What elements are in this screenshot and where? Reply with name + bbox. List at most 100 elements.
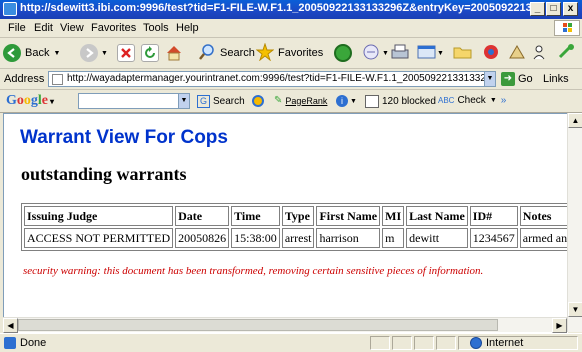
- menu-bar: File Edit View Favorites Tools Help: [0, 19, 582, 38]
- pagerank-label: PageRank: [285, 95, 328, 106]
- status-panel: [392, 336, 412, 350]
- table-cell: 20050826: [175, 228, 230, 248]
- research-button[interactable]: [507, 42, 527, 64]
- table-header-row: Issuing Judge Date Time Type First Name …: [24, 206, 568, 226]
- go-arrow-icon: ➜: [501, 72, 515, 86]
- scroll-left-icon[interactable]: ◀: [3, 318, 18, 333]
- section-heading: outstanding warrants: [21, 164, 187, 184]
- messenger-icon: [481, 43, 501, 64]
- messenger-button[interactable]: [481, 42, 501, 64]
- info-dropdown-icon: ▼: [350, 97, 357, 105]
- blocked-count: 120 blocked: [382, 96, 436, 107]
- google-toolbar: Google ▾ ▼ G Search ✎ PageRank i ▼ 120 b…: [0, 90, 582, 113]
- table-cell: m: [382, 228, 405, 248]
- tools-button[interactable]: [557, 42, 577, 64]
- address-label: Address: [4, 73, 45, 85]
- google-logo[interactable]: Google ▾: [6, 93, 54, 109]
- pagerank-icon: ✎: [274, 95, 283, 106]
- menu-file[interactable]: File: [8, 22, 26, 34]
- info-icon: i: [336, 95, 348, 107]
- folder-icon: [453, 43, 473, 64]
- status-panel: [436, 336, 456, 350]
- scroll-down-icon[interactable]: ▼: [568, 302, 582, 317]
- back-dropdown-icon: ▼: [53, 49, 61, 57]
- column-header: MI: [382, 206, 405, 226]
- links-button[interactable]: Links: [543, 73, 569, 85]
- standard-toolbar: Back ▼ ▼ Search Favorites ▼ ▼: [0, 38, 582, 69]
- google-news-button[interactable]: [252, 95, 264, 107]
- scroll-right-icon[interactable]: ▶: [552, 318, 567, 333]
- horizontal-scrollbar[interactable]: ◀ ▶: [3, 317, 567, 333]
- mail-icon: [362, 43, 382, 64]
- address-dropdown-icon[interactable]: ▼: [484, 71, 496, 87]
- warrants-table: Issuing Judge Date Time Type First Name …: [21, 203, 568, 251]
- go-label: Go: [518, 73, 533, 85]
- history-icon: [334, 44, 352, 62]
- google-search-input[interactable]: [78, 93, 190, 109]
- edit-dropdown-icon: ▼: [437, 49, 444, 57]
- column-header: Date: [175, 206, 230, 226]
- back-arrow-icon: [3, 44, 21, 62]
- pagerank-button[interactable]: ✎ PageRank: [274, 95, 327, 106]
- check-dropdown-icon: ▼: [489, 97, 497, 104]
- search-label: Search: [220, 47, 255, 59]
- edit-button[interactable]: ▼: [417, 42, 444, 64]
- search-button[interactable]: Search: [198, 42, 255, 64]
- stop-icon: [117, 44, 135, 62]
- menu-help[interactable]: Help: [176, 22, 199, 34]
- table-cell: armed and d: [519, 228, 568, 248]
- forward-button[interactable]: ▼: [80, 42, 108, 64]
- forward-arrow-icon: [80, 44, 98, 62]
- favorites-star-icon: [255, 41, 275, 64]
- check-label: Check: [457, 95, 486, 106]
- go-button[interactable]: ➜ Go: [501, 71, 533, 87]
- home-button[interactable]: [165, 42, 183, 64]
- home-icon: [165, 44, 183, 62]
- address-input[interactable]: http://wayadaptermanager.yourintranet.co…: [48, 71, 493, 87]
- history-button[interactable]: [334, 42, 352, 64]
- more-chevron-icon[interactable]: »: [501, 95, 507, 106]
- folder-button[interactable]: [453, 42, 473, 64]
- refresh-button[interactable]: [141, 42, 159, 64]
- column-header: First Name: [316, 206, 381, 226]
- print-button[interactable]: [390, 42, 410, 64]
- print-icon: [390, 43, 410, 64]
- mail-button[interactable]: ▼: [362, 42, 389, 64]
- menu-view[interactable]: View: [60, 22, 84, 34]
- title-bar[interactable]: http://sdewitt3.ibi.com:9996/test?tid=F1…: [0, 0, 582, 19]
- close-button[interactable]: x: [563, 2, 578, 16]
- menu-favorites[interactable]: Favorites: [91, 22, 136, 34]
- scroll-up-icon[interactable]: ▲: [568, 113, 582, 128]
- users-button[interactable]: [532, 42, 552, 64]
- stop-button[interactable]: [117, 42, 135, 64]
- globe-icon: [470, 337, 482, 349]
- status-text: Done: [20, 337, 47, 349]
- favorites-button[interactable]: Favorites: [255, 41, 323, 64]
- popup-blocker-button[interactable]: 120 blocked: [365, 95, 436, 108]
- status-panel: [414, 336, 434, 350]
- back-label: Back: [25, 47, 50, 59]
- back-button[interactable]: Back ▼: [3, 42, 60, 64]
- ie-icon: [3, 2, 17, 16]
- maximize-button[interactable]: □: [546, 2, 561, 16]
- horizontal-scroll-thumb[interactable]: [18, 319, 498, 331]
- address-url: http://wayadaptermanager.yourintranet.co…: [67, 73, 493, 84]
- spellcheck-button[interactable]: ABC Check ▼ »: [438, 95, 506, 106]
- menu-tools[interactable]: Tools: [143, 22, 169, 34]
- table-row: ACCESS NOT PERMITTED 20050826 15:38:00 a…: [24, 228, 568, 248]
- edit-icon: [417, 43, 437, 64]
- info-button[interactable]: i ▼: [336, 95, 357, 107]
- google-search-button[interactable]: G Search: [197, 95, 245, 108]
- page-icon: [52, 74, 63, 85]
- google-dropdown-icon[interactable]: ▼: [178, 93, 190, 109]
- menu-edit[interactable]: Edit: [34, 22, 53, 34]
- google-news-icon: [252, 95, 264, 107]
- spellcheck-icon: ABC: [438, 96, 455, 105]
- mail-dropdown-icon: ▼: [382, 49, 389, 57]
- address-bar: Address http://wayadaptermanager.yourint…: [0, 69, 582, 90]
- windows-logo-icon: [554, 20, 580, 36]
- popup-blocker-icon: [365, 95, 379, 108]
- minimize-button[interactable]: _: [530, 2, 545, 16]
- vertical-scrollbar[interactable]: ▲ ▼: [567, 113, 582, 332]
- page-done-icon: [4, 337, 16, 349]
